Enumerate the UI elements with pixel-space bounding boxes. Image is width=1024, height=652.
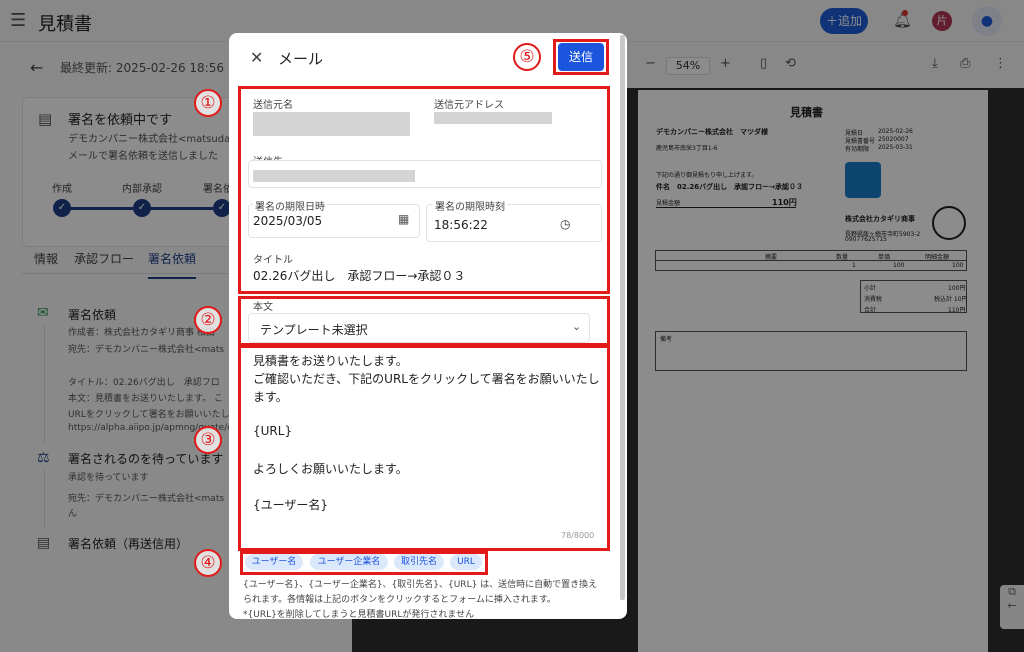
annotation-number: ⑤	[513, 43, 541, 71]
close-icon[interactable]: ✕	[250, 48, 263, 67]
annotation-box-1	[238, 86, 610, 294]
annotation-box-3	[238, 345, 610, 551]
annotation-number: ①	[194, 89, 222, 117]
dialog-title: メール	[278, 50, 324, 68]
annotation-number: ③	[194, 426, 222, 454]
footer-note: られます。各情報は上記のボタンをクリックするとフォームに挿入されます。	[243, 595, 556, 605]
footer-note: {ユーザー名}、{ユーザー企業名}、{取引先名}、{URL} は、送信時に自動で…	[243, 580, 598, 590]
footer-note: *{URL}を削除してしまうと見積書URLが発行されません	[243, 610, 475, 620]
annotation-number: ②	[194, 306, 222, 334]
annotation-box-2	[238, 296, 610, 346]
annotation-number: ④	[194, 549, 222, 577]
annotation-box-4	[240, 551, 488, 575]
scrollbar[interactable]	[620, 35, 625, 600]
annotation-box-5	[553, 39, 609, 75]
